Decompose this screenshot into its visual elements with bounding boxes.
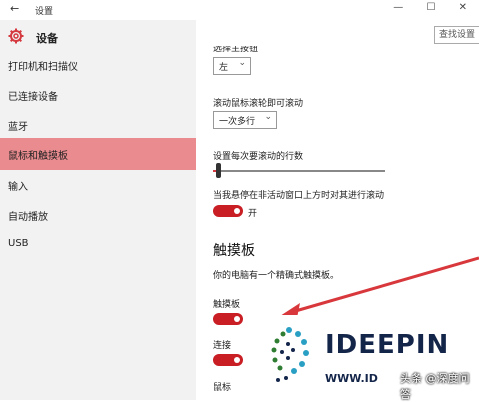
swirl-logo-icon [271, 327, 309, 382]
brand-logo-text: IDEEPIN [325, 330, 450, 360]
brand-url-text: WWW.ID [325, 372, 378, 385]
watermark-text: 头条 @深度问答 [400, 372, 470, 401]
